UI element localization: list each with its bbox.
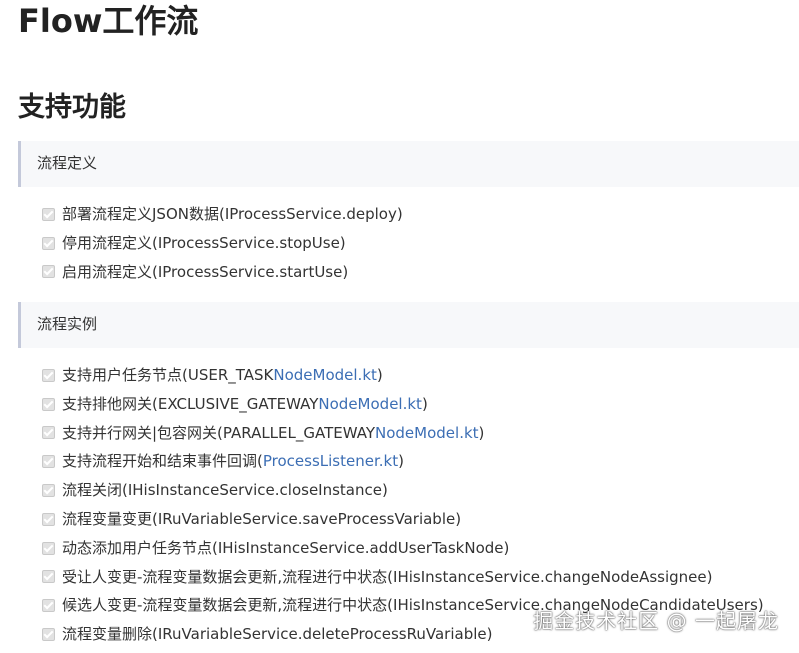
checkbox-checked-icon[interactable]: [42, 265, 55, 279]
processlistener-link[interactable]: ProcessListener.kt: [263, 447, 398, 476]
checkbox-checked-icon[interactable]: [42, 570, 55, 584]
task-text: 部署流程定义JSON数据(IProcessService.deploy): [62, 205, 403, 223]
watermark: 掘金技术社区 @ 一起屠龙: [533, 609, 779, 633]
process-definition-list: 部署流程定义JSON数据(IProcessService.deploy) 停用流…: [42, 200, 403, 286]
task-text: 停用流程定义(IProcessService.stopUse): [62, 233, 346, 252]
task-text: 流程关闭(IHisInstanceService.closeInstance): [62, 481, 388, 500]
section-title: 支持功能: [18, 92, 126, 123]
task-text-suffix: ): [376, 366, 383, 384]
task-list-item: 支持并行网关|包容网关(PARALLEL_GATEWAY NodeModel.k…: [42, 419, 764, 448]
checkbox-checked-icon[interactable]: [42, 512, 55, 526]
checkbox-checked-icon[interactable]: [42, 484, 55, 498]
blockquote-label: 流程定义: [37, 154, 98, 172]
task-text: 流程变量变更(IRuVariableService.saveProcessVar…: [62, 509, 462, 528]
task-list-item: 停用流程定义(IProcessService.stopUse): [42, 229, 403, 258]
task-list-item: 受让人变更-流程变量数据会更新,流程进行中状态(IHisInstanceServ…: [42, 563, 764, 592]
checkbox-checked-icon[interactable]: [42, 599, 55, 613]
nodemodel-link[interactable]: NodeModel.kt: [273, 361, 377, 390]
page-title: Flow工作流: [18, 2, 199, 40]
checkbox-checked-icon[interactable]: [42, 541, 55, 555]
task-text: 支持并行网关|包容网关(PARALLEL_GATEWAY: [62, 423, 376, 442]
checkbox-checked-icon[interactable]: [42, 455, 55, 469]
task-list-item: 动态添加用户任务节点(IHisInstanceService.addUserTa…: [42, 534, 764, 563]
task-list-item: 部署流程定义JSON数据(IProcessService.deploy): [42, 200, 403, 229]
nodemodel-link[interactable]: NodeModel.kt: [318, 390, 422, 419]
blockquote-label: 流程实例: [37, 315, 98, 333]
task-text: 支持流程开始和结束事件回调(: [62, 452, 263, 471]
task-text: 流程变量删除(IRuVariableService.deleteProcessR…: [62, 625, 493, 644]
checkbox-checked-icon[interactable]: [42, 628, 55, 642]
task-text: 受让人变更-流程变量数据会更新,流程进行中状态(IHisInstanceServ…: [62, 567, 713, 586]
checkbox-checked-icon[interactable]: [42, 207, 55, 221]
task-text-suffix: ): [421, 394, 428, 413]
nodemodel-link[interactable]: NodeModel.kt: [375, 419, 479, 448]
task-list-item: 支持用户任务节点(USER_TASK NodeModel.kt): [42, 361, 764, 390]
blockquote-process-instance: 流程实例: [18, 302, 799, 348]
task-text: 支持用户任务节点(USER_TASK: [62, 366, 274, 384]
task-text-suffix: ): [398, 452, 404, 471]
task-list-item: 流程变量变更(IRuVariableService.saveProcessVar…: [42, 505, 764, 534]
checkbox-checked-icon[interactable]: [42, 368, 55, 382]
checkbox-checked-icon[interactable]: [42, 426, 55, 440]
task-text: 启用流程定义(IProcessService.startUse): [62, 262, 349, 281]
task-text: 支持排他网关(EXCLUSIVE_GATEWAY: [62, 394, 319, 413]
checkbox-checked-icon[interactable]: [42, 236, 55, 250]
task-list-item: 流程关闭(IHisInstanceService.closeInstance): [42, 476, 764, 505]
blockquote-process-definition: 流程定义: [18, 141, 799, 187]
task-text-suffix: ): [478, 423, 485, 442]
task-list-item: 支持流程开始和结束事件回调(ProcessListener.kt): [42, 447, 764, 476]
checkbox-checked-icon[interactable]: [42, 397, 55, 411]
task-list-item: 支持排他网关(EXCLUSIVE_GATEWAY NodeModel.kt): [42, 390, 764, 419]
task-list-item: 启用流程定义(IProcessService.startUse): [42, 258, 403, 287]
task-text: 动态添加用户任务节点(IHisInstanceService.addUserTa…: [62, 538, 510, 557]
